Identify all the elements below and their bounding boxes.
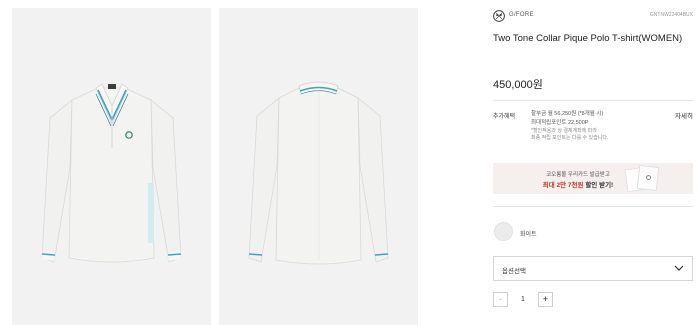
banner-line-1: 코오롱몰 우리카드 발급받고 [546,172,610,178]
chevron-down-icon [674,265,684,271]
divider [493,206,693,207]
product-image-back[interactable] [219,8,418,325]
banner-discount-amount: 최대 2만 7천원 [542,182,584,189]
brand-skull-logo-icon[interactable] [493,10,505,22]
benefit-details: 할부금 월 56,250원 (*8개월 시) 최대적립포인트 22,500P *… [531,110,608,142]
front-shirt-illustration [41,83,182,263]
brand-name[interactable]: G/FORE [509,12,534,18]
card-logo-icon [645,174,652,181]
option-select[interactable]: 옵션선택 [493,256,693,281]
points-note-2: 최종 적립 포인트는 다를 수 있습니다. [531,135,609,141]
color-swatch-white[interactable] [494,222,513,241]
product-price: 450,000원 [493,79,543,91]
product-page: G/FORE GNTNW22404BUX Two Tone Collar Piq… [0,0,700,325]
max-points-text: 최대적립포인트 22,500P [531,120,589,126]
card-image-front [636,165,660,191]
quantity-increase-button[interactable]: + [538,292,553,307]
back-shirt-illustration [248,81,389,265]
benefit-detail-link[interactable]: 자세히 [675,110,693,120]
banner-line-2: 최대 2만 7천원 할인 받기! [518,179,638,189]
product-image-front[interactable] [12,8,211,325]
card-promo-banner[interactable]: 코오롱몰 우리카드 발급받고 최대 2만 7천원 할인 받기! [493,163,693,194]
benefit-label: 추가혜택 [493,114,516,120]
product-info-panel: G/FORE GNTNW22404BUX Two Tone Collar Piq… [493,0,693,325]
color-selector: 화이트 [493,220,693,244]
product-code: GNTNW22404BUX [649,12,693,18]
banner-discount-cta: 할인 받기! [585,182,614,189]
quantity-stepper: - 1 + [493,292,553,307]
quantity-value[interactable]: 1 [508,292,538,307]
quantity-decrease-button[interactable]: - [493,292,508,307]
points-note-1: *할인적용과 상 결제계좌에 따라 [531,128,597,134]
color-name: 화이트 [520,232,537,238]
option-select-label: 옵션선택 [502,268,526,275]
brand-row: G/FORE GNTNW22404BUX [493,10,693,24]
product-gallery [0,0,430,325]
divider [493,100,693,101]
installment-text: 할부금 월 56,250원 (*8개월 시) [531,111,604,117]
product-title: Two Tone Collar Pique Polo T-shirt(WOMEN… [493,33,683,44]
